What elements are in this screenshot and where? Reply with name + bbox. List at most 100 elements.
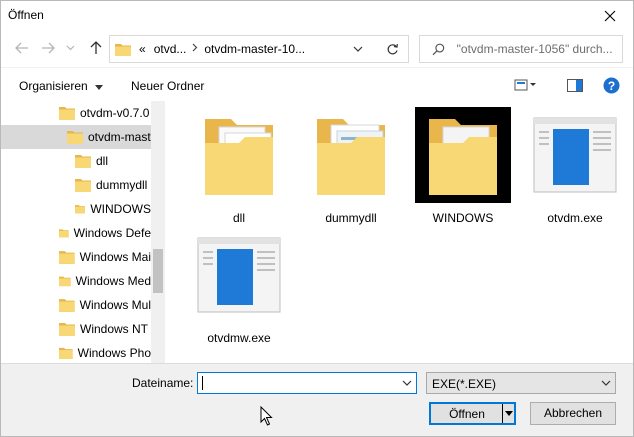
navigation-pane[interactable]: otvdm-v0.7.0 otvdm-mast dll dummydll WIN… <box>1 101 165 363</box>
sidebar-scrollbar-thumb[interactable] <box>153 249 163 293</box>
refresh-icon <box>387 43 398 54</box>
tree-item-dummydll[interactable]: dummydll <box>1 173 151 197</box>
navigation-bar: « otvd... otvdm-master-10... "otvdm-mast… <box>1 31 633 67</box>
tree-item-windows-media[interactable]: Windows Med <box>1 269 151 293</box>
new-folder-button[interactable]: Neuer Ordner <box>131 79 204 93</box>
filetype-select[interactable]: EXE(*.EXE) <box>426 372 616 394</box>
tree-item-label: otvdm-v0.7.0 <box>80 106 150 120</box>
forward-button[interactable] <box>37 37 59 59</box>
arrow-left-icon <box>15 42 28 54</box>
chevron-down-icon <box>353 46 363 52</box>
address-dropdown-button[interactable] <box>342 36 374 62</box>
folder-icon <box>75 205 86 214</box>
tree-item-windows-multimedia[interactable]: Windows Mul <box>1 293 151 317</box>
filename-dropdown-button[interactable] <box>398 373 416 393</box>
tree-item-otvdm-master[interactable]: otvdm-mast <box>1 125 151 149</box>
arrow-up-icon <box>90 41 102 54</box>
cancel-button[interactable]: Abbrechen <box>530 402 616 425</box>
file-list[interactable]: dll dummydll WINDOWS otvdm.exe otvdmw.ex… <box>165 101 633 363</box>
folder-icon <box>59 323 75 336</box>
file-item-dummydll[interactable]: dummydll <box>303 107 399 231</box>
close-icon <box>604 10 616 22</box>
file-item-dll[interactable]: dll <box>191 107 287 231</box>
filename-input[interactable] <box>197 372 417 394</box>
file-name: otvdmw.exe <box>207 331 271 345</box>
svg-text:?: ? <box>607 79 614 93</box>
open-button[interactable]: Öffnen <box>429 402 516 425</box>
tree-item-label: WINDOWS <box>90 202 151 216</box>
preview-pane-button[interactable] <box>563 76 587 94</box>
dialog-footer: Dateiname: EXE(*.EXE) Öffnen Abbrechen <box>1 363 633 436</box>
folder-icon <box>75 155 91 168</box>
tree-item-label: Windows Defe <box>73 226 151 240</box>
file-name: otvdm.exe <box>547 211 603 225</box>
recent-locations-button[interactable] <box>63 37 77 59</box>
tree-item-label: dll <box>96 154 109 168</box>
breadcrumb-item[interactable]: otvdm-master-10... <box>204 42 305 56</box>
help-icon: ? <box>603 77 619 93</box>
title-bar: Öffnen <box>1 1 633 31</box>
back-button[interactable] <box>11 37 33 59</box>
caret-down-icon <box>95 85 104 90</box>
folder-icon <box>67 131 83 144</box>
filetype-value: EXE(*.EXE) <box>432 377 497 391</box>
open-options-button[interactable] <box>503 404 515 423</box>
window-title: Öffnen <box>8 8 44 22</box>
address-bar[interactable]: « otvd... otvdm-master-10... <box>109 35 409 63</box>
caret-down-icon <box>505 411 513 416</box>
tree-item-otvdm-v0-7-0[interactable]: otvdm-v0.7.0 <box>1 101 151 125</box>
preview-pane-icon <box>567 78 583 92</box>
breadcrumb-overflow[interactable]: « <box>139 42 146 56</box>
exe-thumbnail-icon <box>527 107 623 203</box>
folder-icon <box>59 251 75 264</box>
large-folder-icon <box>415 107 511 203</box>
organize-button[interactable]: Organisieren <box>19 79 104 93</box>
large-folder-icon <box>191 107 287 203</box>
tree-item-label: Windows Pho <box>77 346 151 360</box>
text-caret <box>202 376 203 390</box>
tree-item-windows-mail[interactable]: Windows Mai <box>1 245 151 269</box>
chevron-right-icon <box>192 43 198 52</box>
folder-icon <box>75 179 91 192</box>
chevron-down-icon <box>601 380 611 386</box>
search-box[interactable]: "otvdm-master-1056" durch... <box>419 35 623 63</box>
new-folder-label: Neuer Ordner <box>131 79 205 93</box>
folder-icon <box>59 107 75 120</box>
tree-item-label: Windows Mai <box>79 250 151 264</box>
tree-item-label: Windows Mul <box>79 298 151 312</box>
tree-item-windows[interactable]: WINDOWS <box>1 197 151 221</box>
filetype-dropdown-button[interactable] <box>597 373 615 393</box>
chevron-down-icon <box>402 380 412 386</box>
tree-item-windows-photo[interactable]: Windows Pho <box>1 341 151 363</box>
search-input[interactable]: "otvdm-master-1056" durch... <box>457 42 622 56</box>
file-item-otvdm-exe[interactable]: otvdm.exe <box>527 107 623 231</box>
large-folder-icon <box>303 107 399 203</box>
file-name: WINDOWS <box>432 211 494 225</box>
folder-icon <box>59 276 71 287</box>
close-button[interactable] <box>587 1 633 31</box>
mouse-cursor-icon <box>260 406 273 426</box>
organize-label: Organisieren <box>19 79 88 93</box>
file-name: dll <box>232 211 245 225</box>
folder-icon <box>59 299 75 312</box>
arrow-right-icon <box>42 42 55 54</box>
tree-item-label: Windows Med <box>75 274 151 288</box>
help-button[interactable]: ? <box>599 76 623 94</box>
tree-item-dll[interactable]: dll <box>1 149 151 173</box>
view-options-button[interactable] <box>511 76 539 94</box>
search-icon <box>432 43 445 55</box>
up-button[interactable] <box>85 37 107 59</box>
file-item-otvdmw-exe[interactable]: otvdmw.exe <box>191 227 287 351</box>
view-icon <box>514 79 536 91</box>
command-bar: Organisieren Neuer Ordner ? <box>1 67 633 101</box>
refresh-button[interactable] <box>376 35 409 63</box>
file-name: dummydll <box>325 211 377 225</box>
tree-item-label: otvdm-mast <box>88 130 151 144</box>
sidebar-scrollbar[interactable] <box>151 101 165 363</box>
tree-item-windows-defender[interactable]: Windows Defe <box>1 221 151 245</box>
tree-item-windows-nt[interactable]: Windows NT <box>1 317 151 341</box>
file-item-windows[interactable]: WINDOWS <box>415 107 511 231</box>
tree-item-label: dummydll <box>96 178 148 192</box>
folder-icon <box>115 44 131 56</box>
breadcrumb-item[interactable]: otvd... <box>154 42 187 56</box>
